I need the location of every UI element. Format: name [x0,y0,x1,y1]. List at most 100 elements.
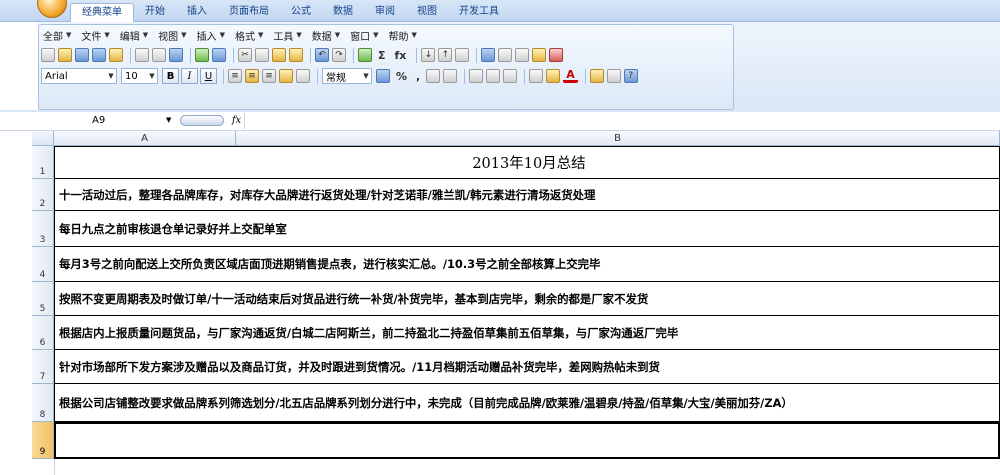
chevron-down-icon: ▼ [142,31,149,39]
increase-decimal-icon[interactable] [426,69,441,83]
cell-row-6[interactable]: 根据店内上报质量问题货品，与厂家沟通返货/白城二店阿斯兰，前二持盈北二持盈佰草集… [54,316,1000,350]
research-book-icon[interactable] [212,48,226,62]
align-left-icon[interactable]: ≡ [228,69,242,83]
cell-row-5[interactable]: 按照不变更周期表及时做订单/十一活动结束后对货品进行统一补货/补货完毕，基本到店… [54,282,1000,316]
undo-icon[interactable]: ↶ [315,48,329,62]
chart-icon[interactable] [481,48,496,62]
tab-page-layout[interactable]: 页面布局 [218,3,280,22]
percent-icon[interactable]: % [393,69,410,83]
tab-insert[interactable]: 插入 [176,3,218,22]
menu-file[interactable]: 文件 ▼ [79,28,117,43]
borders-icon[interactable] [503,69,518,83]
decrease-decimal-icon[interactable] [443,69,458,83]
select-all-corner[interactable] [32,131,54,146]
insert-function-button[interactable]: fx [229,113,245,129]
row-header-1[interactable]: 1 [32,146,54,179]
wrap-text-icon[interactable] [296,69,310,83]
cell-row-1-title[interactable]: 2013年10月总结 [54,146,1000,179]
email-icon[interactable] [109,48,123,62]
folder-icon[interactable] [532,48,547,62]
row-header-2[interactable]: 2 [32,179,54,211]
align-right-icon[interactable]: ≡ [262,69,276,83]
office-button[interactable] [37,0,67,18]
tab-view[interactable]: 视图 [406,3,448,22]
open-folder-icon[interactable] [58,48,72,62]
menu-data[interactable]: 数据 ▼ [310,28,348,43]
format-painter-icon[interactable] [289,48,303,62]
drawing-icon[interactable] [498,48,513,62]
sort-descending-icon[interactable]: ↑ [438,48,453,62]
border-style-icon[interactable] [529,69,544,83]
sort-ascending-icon[interactable]: ↓ [421,48,436,62]
comma-style-icon[interactable]: , [413,69,423,83]
row-header-8[interactable]: 8 [32,384,54,422]
row-header-6[interactable]: 6 [32,316,54,350]
print-icon[interactable] [135,48,149,62]
menu-insert[interactable]: 插入 ▼ [195,28,233,43]
zoom-icon[interactable] [606,69,621,83]
cut-icon[interactable]: ✂ [238,48,252,62]
chevron-down-icon[interactable]: ▼ [166,116,171,124]
font-size-select[interactable]: 10 ▼ [121,68,158,84]
fill-color-icon[interactable] [546,69,561,83]
font-name-select[interactable]: Arial ▼ [41,68,117,84]
increase-indent-icon[interactable] [486,69,501,83]
save-icon[interactable] [75,48,89,62]
name-box[interactable]: A9 [38,113,176,129]
tab-formulas[interactable]: 公式 [280,3,322,22]
tab-data[interactable]: 数据 [322,3,364,22]
tab-home[interactable]: 开始 [134,3,176,22]
hyperlink-icon[interactable] [358,48,372,62]
insert-function-icon[interactable]: fx [392,48,410,62]
row-header-3[interactable]: 3 [32,211,54,247]
row-header-5[interactable]: 5 [32,282,54,316]
styles-icon[interactable] [589,69,604,83]
cell-row-4[interactable]: 每月3号之前向配送上交所负责区域店面顶进期销售提点表，进行核实汇总。/10.3号… [54,247,1000,282]
menu-all[interactable]: 全部 ▼ [41,28,79,43]
italic-button[interactable]: I [181,68,198,84]
autosum-icon[interactable]: Σ [375,48,389,62]
row-header-7[interactable]: 7 [32,350,54,384]
macro-icon[interactable] [549,48,564,62]
formula-input[interactable] [247,113,1000,129]
decrease-indent-icon[interactable] [469,69,484,83]
currency-icon[interactable] [376,69,390,83]
copy-icon[interactable] [255,48,269,62]
tab-classic-menu[interactable]: 经典菜单 [70,3,134,22]
filter-icon[interactable] [455,48,470,62]
redo-icon[interactable]: ↷ [332,48,346,62]
menu-tools[interactable]: 工具 ▼ [271,28,309,43]
help-icon[interactable]: ? [623,69,638,83]
menu-format[interactable]: 格式 ▼ [233,28,271,43]
column-header-a[interactable]: A [54,131,236,146]
align-center-icon[interactable]: ≡ [245,69,259,83]
cell-row-8[interactable]: 根据公司店铺整改要求做品牌系列筛选划分/北五店品牌系列划分进行中，未完成（目前完… [54,384,1000,422]
permission-icon[interactable] [92,48,106,62]
chevron-down-icon: ▼ [411,31,417,39]
cell-row-7[interactable]: 针对市场部所下发方案涉及赠品以及商品订货，并及时跟进到货情况。/11月档期活动赠… [54,350,1000,384]
cell-row-3[interactable]: 每日九点之前审核退仓单记录好并上交配单室 [54,211,1000,247]
print-preview-icon[interactable] [152,48,166,62]
spelling-icon[interactable] [195,48,209,62]
column-header-b[interactable]: B [236,131,1000,146]
row-header-9[interactable]: 9 [32,422,54,459]
cell-row-9-selected[interactable] [54,422,1000,459]
table-icon[interactable] [515,48,530,62]
research-icon[interactable] [169,48,183,62]
formula-bar-resize-handle[interactable] [180,115,224,126]
font-color-icon[interactable]: A [563,68,578,83]
menu-edit[interactable]: 编辑 ▼ [118,28,156,43]
tab-review[interactable]: 审阅 [364,3,406,22]
underline-button[interactable]: U [200,68,217,84]
bold-button[interactable]: B [162,68,179,84]
tab-developer[interactable]: 开发工具 [448,3,510,22]
paste-icon[interactable] [272,48,286,62]
merge-center-icon[interactable] [279,69,293,83]
new-file-icon[interactable] [41,48,55,62]
menu-help[interactable]: 帮助 ▼ [387,28,425,43]
row-header-4[interactable]: 4 [32,247,54,282]
menu-window[interactable]: 窗口 ▼ [348,28,386,43]
cell-row-2[interactable]: 十一活动过后，整理各品牌库存，对库存大品牌进行返货处理/针对芝诺菲/雅兰凯/韩元… [54,179,1000,211]
number-format-select[interactable]: 常规 ▼ [322,68,372,84]
menu-view[interactable]: 视图 ▼ [156,28,194,43]
